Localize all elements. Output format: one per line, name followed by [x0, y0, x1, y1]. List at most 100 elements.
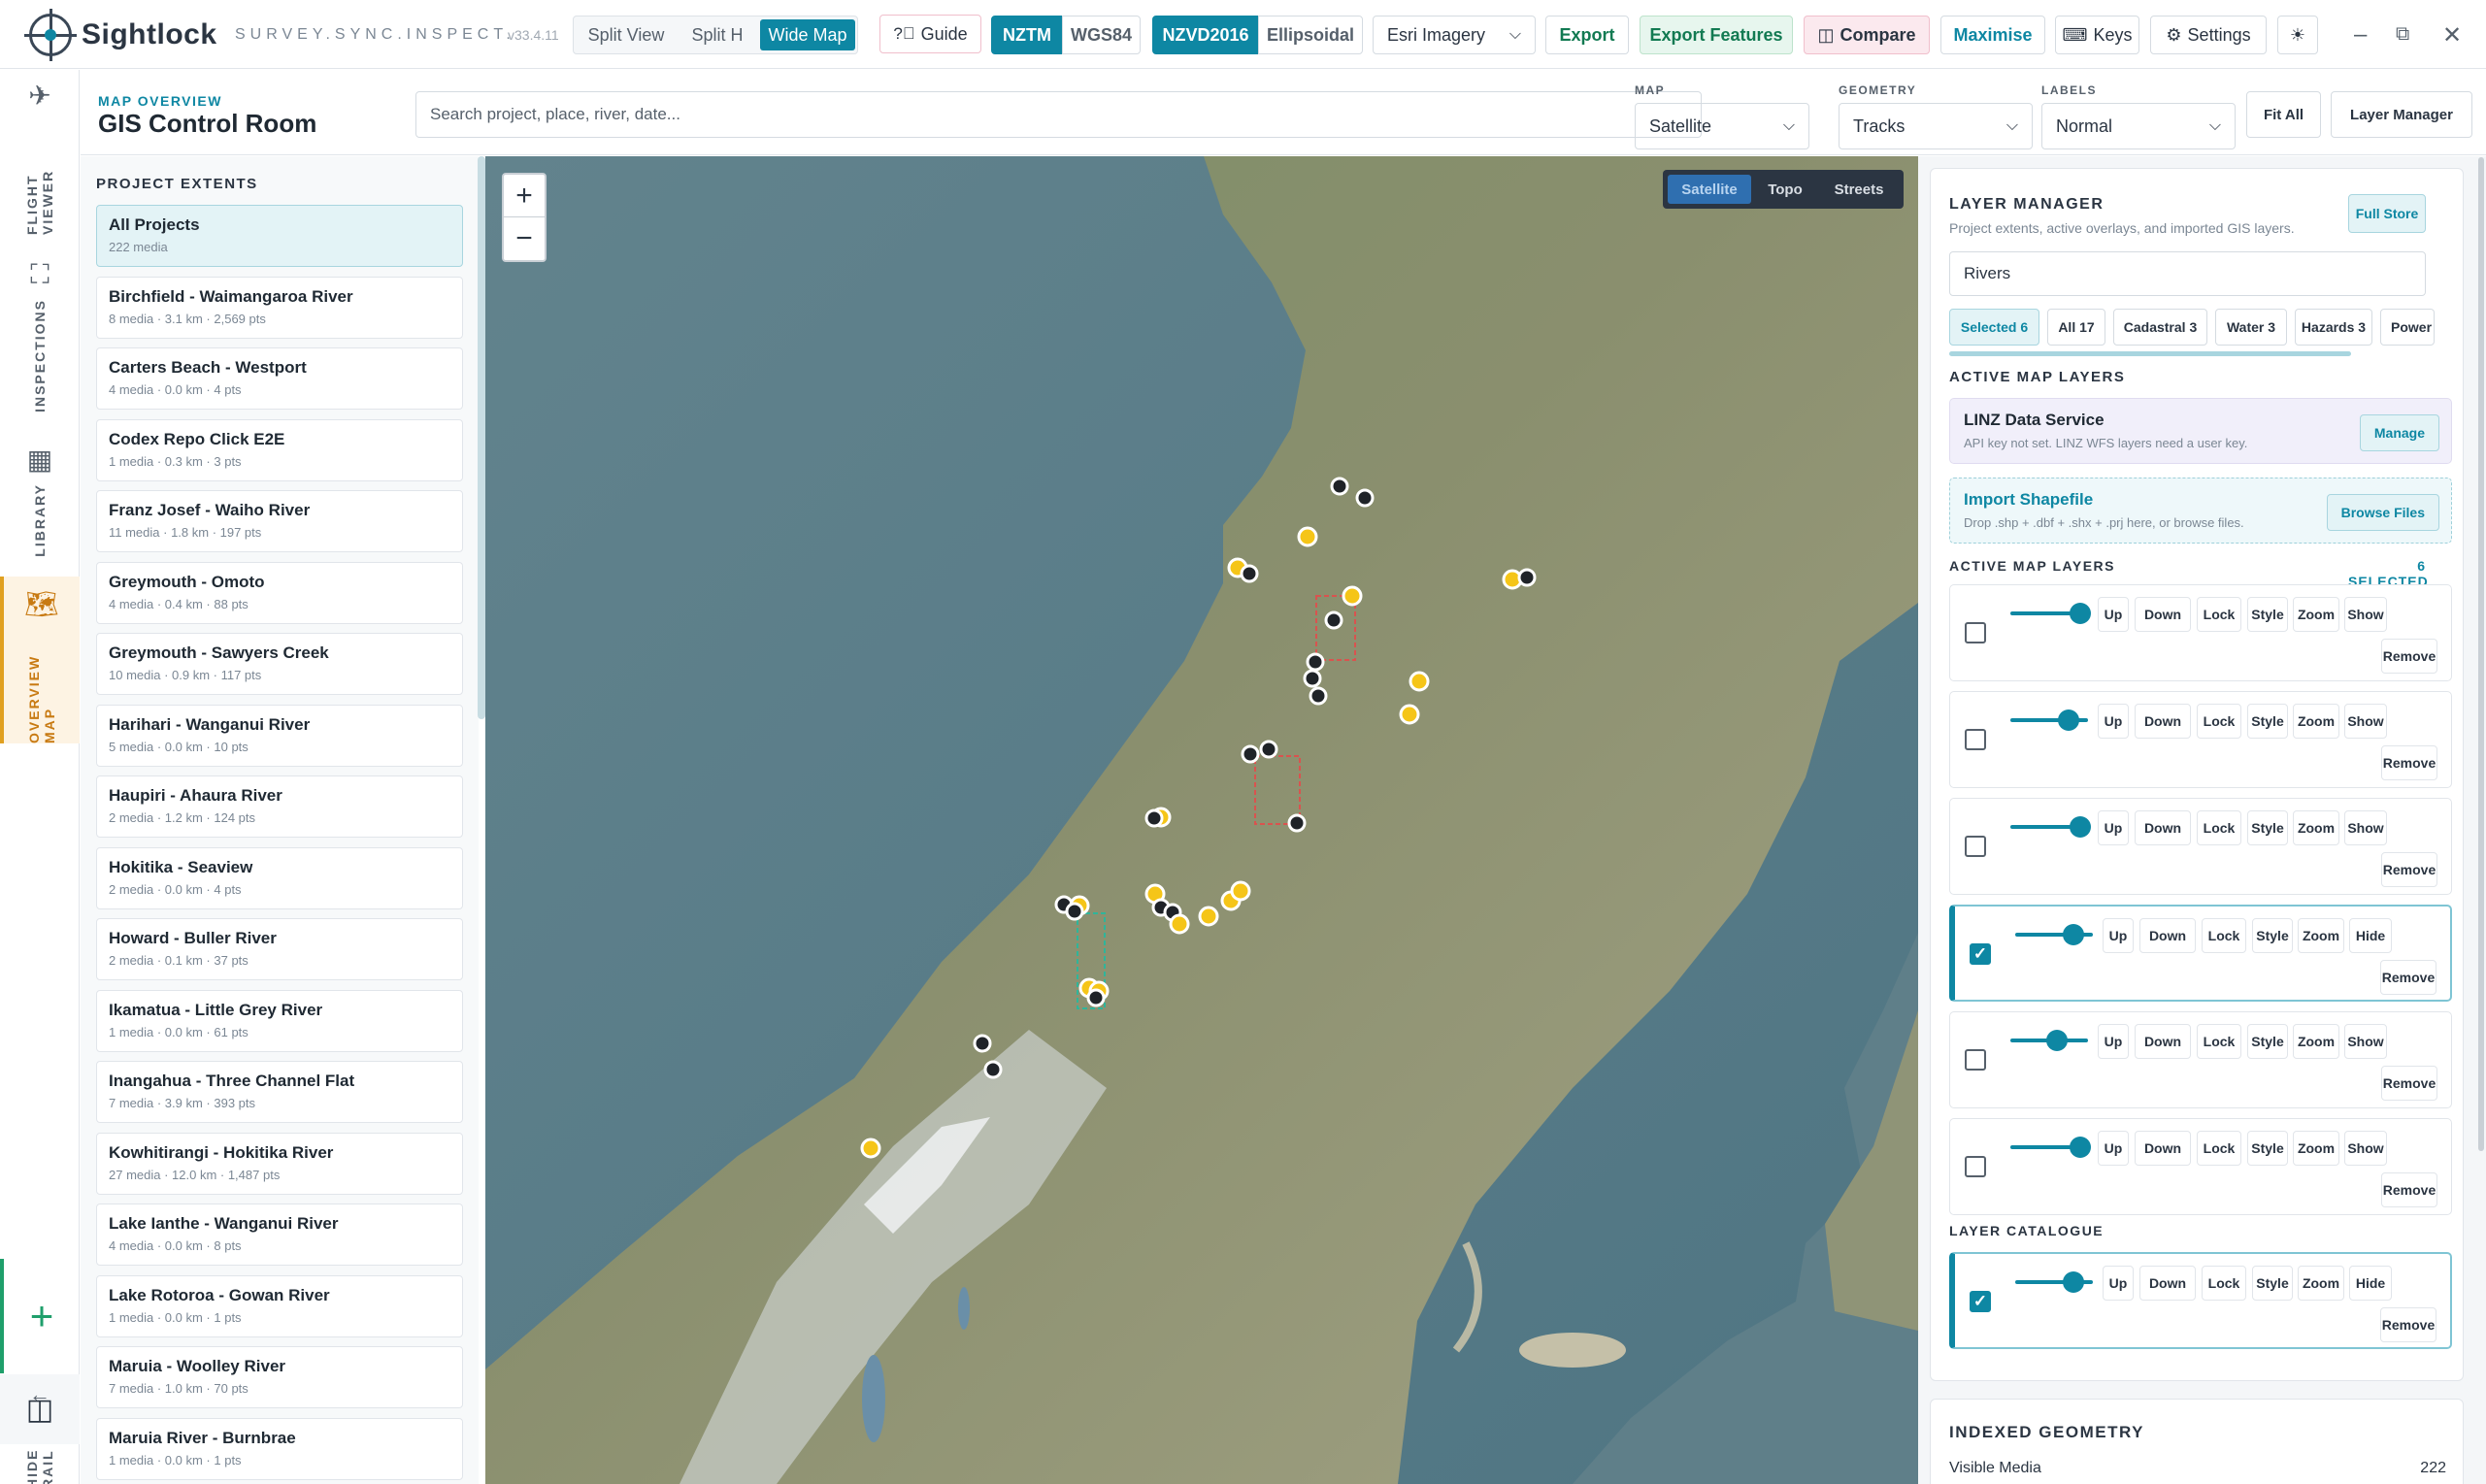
map-canvas[interactable]: + − Satellite Topo Streets: [485, 156, 1918, 1484]
layer-style-button[interactable]: Style: [2252, 918, 2293, 953]
layer-show-button[interactable]: Show: [2344, 597, 2387, 632]
layer-visibility-checkbox[interactable]: ✓: [1970, 943, 1991, 965]
layer-down-button[interactable]: Down: [2135, 597, 2191, 632]
project-card[interactable]: Hokitika - Seaview 2 media · 0.0 km · 4 p…: [96, 846, 463, 909]
rail-overview-map[interactable]: 🗺 OVERVIEW MAP: [0, 577, 80, 743]
layer-opacity-slider[interactable]: [2010, 816, 2091, 838]
media-marker[interactable]: [1240, 564, 1259, 583]
chip-selected[interactable]: Selected 6: [1949, 309, 2039, 346]
layer-visibility-checkbox[interactable]: [1965, 729, 1986, 750]
media-marker[interactable]: [860, 1138, 881, 1159]
layer-remove-button[interactable]: Remove: [2381, 745, 2437, 780]
media-marker[interactable]: [1169, 913, 1190, 935]
layer-down-button[interactable]: Down: [2135, 810, 2191, 845]
slider-knob[interactable]: [2058, 709, 2079, 731]
layer-style-button[interactable]: Style: [2247, 704, 2288, 739]
media-marker[interactable]: [1198, 906, 1219, 927]
compare-button[interactable]: ◫ Compare: [1804, 16, 1930, 54]
layer-down-button[interactable]: Down: [2139, 1266, 2196, 1301]
media-marker[interactable]: [1297, 526, 1318, 547]
layer-zoom-button[interactable]: Zoom: [2293, 1131, 2339, 1166]
slider-knob[interactable]: [2063, 1271, 2084, 1293]
zoom-out-button[interactable]: −: [504, 217, 545, 260]
basemap-satellite-button[interactable]: Satellite: [1668, 175, 1751, 204]
layer-lock-button[interactable]: Lock: [2197, 704, 2241, 739]
layer-opacity-slider[interactable]: [2010, 709, 2088, 731]
media-marker[interactable]: [1144, 808, 1164, 828]
vdatum-nzvd-button[interactable]: NZVD2016: [1152, 16, 1259, 54]
fit-all-button[interactable]: Fit All: [2246, 91, 2321, 138]
chip-scrollbar[interactable]: [1949, 351, 2351, 356]
layer-lock-button[interactable]: Lock: [2197, 1024, 2241, 1059]
layer-lock-button[interactable]: Lock: [2197, 1131, 2241, 1166]
project-search-input[interactable]: Search project, place, river, date...: [415, 91, 1702, 138]
media-marker[interactable]: [1409, 671, 1430, 692]
layer-opacity-slider[interactable]: [2015, 1271, 2093, 1293]
add-button[interactable]: +: [0, 1259, 80, 1373]
layer-up-button[interactable]: Up: [2098, 1131, 2129, 1166]
layer-show-button[interactable]: Show: [2344, 810, 2387, 845]
layer-down-button[interactable]: Down: [2135, 1131, 2191, 1166]
layer-show-button[interactable]: Show: [2344, 1024, 2387, 1059]
layer-hide-button[interactable]: Hide: [2349, 918, 2392, 953]
media-marker[interactable]: [1241, 744, 1260, 764]
project-card[interactable]: Maruia River - Burnbrae 1 media · 0.0 km …: [96, 1417, 463, 1480]
layer-down-button[interactable]: Down: [2135, 704, 2191, 739]
layer-lock-button[interactable]: Lock: [2202, 918, 2246, 953]
basemap-streets-button[interactable]: Streets: [1819, 175, 1899, 204]
restore-window-icon[interactable]: ⧉: [2396, 23, 2409, 46]
settings-button[interactable]: ⚙ Settings: [2150, 16, 2267, 54]
chip-hazards[interactable]: Hazards 3: [2295, 309, 2372, 346]
project-card[interactable]: Lake Ianthe - Wanganui River 4 media · 0.…: [96, 1204, 463, 1266]
layer-remove-button[interactable]: Remove: [2381, 1066, 2437, 1101]
layer-visibility-checkbox[interactable]: [1965, 1049, 1986, 1071]
layer-remove-button[interactable]: Remove: [2381, 852, 2437, 887]
export-features-button[interactable]: Export Features: [1640, 16, 1793, 54]
project-card[interactable]: Codex Repo Click E2E 1 media · 0.3 km · 3…: [96, 418, 463, 481]
media-marker[interactable]: [1230, 880, 1251, 902]
layer-zoom-button[interactable]: Zoom: [2293, 704, 2339, 739]
maximise-button[interactable]: Maximise: [1940, 16, 2045, 54]
layer-zoom-button[interactable]: Zoom: [2298, 1266, 2344, 1301]
theme-toggle-button[interactable]: ☀: [2277, 16, 2318, 54]
media-marker[interactable]: [1309, 686, 1328, 706]
layer-style-button[interactable]: Style: [2247, 810, 2288, 845]
layer-style-button[interactable]: Style: [2252, 1266, 2293, 1301]
layer-opacity-slider[interactable]: [2010, 603, 2091, 624]
project-card[interactable]: Harihari - Wanganui River 5 media · 0.0 k…: [96, 704, 463, 767]
linz-manage-button[interactable]: Manage: [2359, 414, 2439, 451]
slider-knob[interactable]: [2063, 924, 2084, 945]
project-card[interactable]: All Projects 222 media: [96, 205, 463, 267]
labels-select[interactable]: Normal ⌵: [2041, 103, 2236, 149]
project-card[interactable]: Haupiri - Ahaura River 2 media · 1.2 km ·…: [96, 775, 463, 838]
layer-filter-input[interactable]: Rivers: [1949, 251, 2426, 296]
layer-zoom-button[interactable]: Zoom: [2293, 597, 2339, 632]
minimize-window-icon[interactable]: –: [2354, 21, 2367, 49]
media-marker[interactable]: [1259, 740, 1278, 759]
layer-visibility-checkbox[interactable]: [1965, 622, 1986, 643]
keys-button[interactable]: ⌨ Keys: [2055, 16, 2139, 54]
media-marker[interactable]: [1355, 488, 1375, 508]
layer-visibility-checkbox[interactable]: [1965, 1156, 1986, 1177]
layer-remove-button[interactable]: Remove: [2381, 639, 2437, 674]
media-marker[interactable]: [1303, 669, 1322, 688]
layer-up-button[interactable]: Up: [2103, 918, 2134, 953]
layer-up-button[interactable]: Up: [2098, 810, 2129, 845]
layer-opacity-slider[interactable]: [2015, 924, 2093, 945]
project-card[interactable]: Kowhitirangi - Hokitika River 27 media · …: [96, 1132, 463, 1195]
map-select[interactable]: Satellite ⌵: [1635, 103, 1809, 149]
chip-water[interactable]: Water 3: [2215, 309, 2287, 346]
slider-knob[interactable]: [2070, 1137, 2091, 1158]
layer-remove-button[interactable]: Remove: [2380, 1307, 2436, 1342]
slider-knob[interactable]: [2070, 816, 2091, 838]
slider-knob[interactable]: [2046, 1030, 2068, 1051]
layer-zoom-button[interactable]: Zoom: [2293, 810, 2339, 845]
project-card[interactable]: Lake Rotoroa - Gowan River 1 media · 0.0 …: [96, 1274, 463, 1337]
layer-opacity-slider[interactable]: [2010, 1030, 2088, 1051]
media-marker[interactable]: [983, 1060, 1003, 1079]
project-card[interactable]: Greymouth - Sawyers Creek 10 media · 0.9 …: [96, 633, 463, 695]
proj-wgs84-button[interactable]: WGS84: [1062, 16, 1141, 54]
browse-files-button[interactable]: Browse Files: [2326, 494, 2439, 531]
layer-lock-button[interactable]: Lock: [2197, 810, 2241, 845]
layer-manager-button[interactable]: Layer Manager: [2331, 91, 2472, 138]
